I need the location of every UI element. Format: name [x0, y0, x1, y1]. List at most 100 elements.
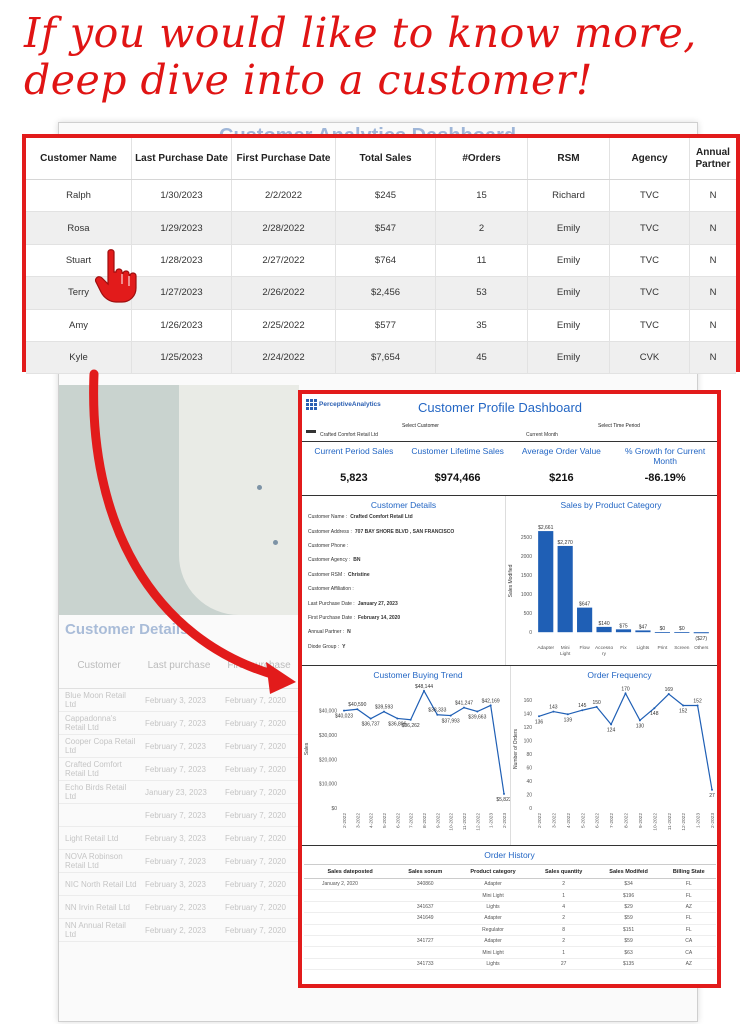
customer-cell: 2/27/2022 [232, 244, 336, 277]
header-last-purchase-date[interactable]: Last Purchase Date [132, 138, 232, 179]
order-history-cell [304, 924, 397, 936]
data-point[interactable] [383, 710, 385, 713]
customer-cell: Emily [528, 212, 610, 244]
profile-title: Customer Profile Dashboard [418, 400, 583, 415]
header-orders[interactable]: #Orders [436, 138, 528, 179]
customer-cell: N [709, 287, 717, 299]
buying-trend-panel: Customer Buying Trend Sales $0 $10,000 $20,0… [302, 666, 512, 845]
kpi-label: % Growth for Current Month [624, 446, 706, 466]
point-data-label: 136 [535, 719, 544, 725]
data-point[interactable] [711, 788, 713, 791]
data-point[interactable] [436, 713, 439, 716]
customer-table-header: Customer Name Last Purchase Date First P… [26, 138, 736, 180]
customer-cell: $764 [336, 244, 436, 277]
data-point[interactable] [356, 708, 359, 711]
kpi-value: 5,823 [340, 472, 368, 484]
select-customer-dropdown[interactable]: Crafted Comfort Retail Ltd [320, 432, 378, 438]
order-history-cell: 341733 [396, 958, 455, 971]
order-history-panel: Order History Sales dateposted Sales son… [302, 850, 717, 971]
order-history-cell: Regulator [454, 924, 532, 936]
bar[interactable] [538, 531, 554, 633]
data-point[interactable] [449, 714, 452, 717]
headline: If you would like to know more, deep div… [24, 10, 744, 104]
customer-row[interactable]: Ralph 1/30/2023 2/2/2022 $245 15 Richard TVC N [26, 180, 736, 213]
order-history-cell: 2 [531, 935, 596, 948]
bar[interactable] [674, 632, 690, 633]
x-tick-label: 9-2022 [638, 813, 644, 828]
bar[interactable] [635, 630, 651, 633]
oh-header-cell[interactable]: Sales Modifeid [595, 864, 662, 879]
bar[interactable] [596, 626, 612, 633]
bar[interactable] [654, 632, 670, 633]
data-point[interactable] [369, 717, 372, 720]
order-history-row: 341733 Lights 27 $135 AZ [304, 958, 716, 971]
background-table-row: Cooper Copa Retail Ltd February 7, 2023 Fe… [59, 735, 299, 758]
data-point[interactable] [423, 689, 425, 692]
customer-cell: N [709, 222, 717, 234]
data-point[interactable] [538, 715, 540, 718]
oh-header-cell[interactable]: Billing State [661, 864, 716, 879]
background-table-cell: February 7, 2023 [145, 718, 206, 728]
order-history-row: 341637 Lights 4 $29 AZ [304, 901, 716, 914]
data-point[interactable] [476, 710, 479, 713]
data-point[interactable] [566, 713, 569, 716]
order-history-cell: Mini Light [454, 889, 532, 902]
data-point[interactable] [653, 707, 656, 710]
customer-detail-row: Customer Phone : [302, 539, 505, 553]
customer-details-panel: Customer Details Customer Name : Crafted … [302, 496, 506, 665]
logo-text: PerceptiveAnalytics [319, 401, 381, 408]
data-point[interactable] [463, 706, 465, 709]
background-table-cell: Light Retail Ltd [65, 833, 119, 843]
order-history-cell: FL [661, 878, 716, 891]
header-total-sales[interactable]: Total Sales [336, 138, 436, 179]
customer-detail-label: Last Purchase Date : [308, 600, 355, 607]
bar-data-label: $2,661 [538, 525, 554, 531]
data-point[interactable] [409, 718, 412, 721]
oh-header-cell[interactable]: Sales quantity [531, 864, 596, 879]
bar[interactable] [557, 545, 573, 633]
kpi-value: -86.19% [644, 472, 686, 484]
bar[interactable] [577, 607, 593, 633]
data-point[interactable] [638, 719, 641, 722]
data-point[interactable] [581, 709, 584, 712]
data-point[interactable] [696, 704, 699, 707]
data-point[interactable] [343, 709, 345, 712]
header-customer-name[interactable]: Customer Name [26, 138, 132, 179]
point-data-label: 139 [564, 717, 573, 723]
data-point[interactable] [624, 692, 627, 695]
order-frequency-panel: Order Frequency Number of Orders 0 20 40 60 80… [510, 666, 718, 845]
bar[interactable] [615, 629, 632, 633]
y-tick-label: 140 [524, 712, 533, 718]
oh-header-cell[interactable]: Sales sonum [396, 864, 455, 879]
customer-row[interactable]: Rosa 1/29/2023 2/28/2022 $547 2 Emily TVC N [26, 212, 736, 245]
customer-detail-label: Customer Agency : [308, 557, 351, 564]
y-tick-label: $30,000 [319, 733, 337, 739]
order-history-cell: 1 [531, 889, 596, 902]
bar-data-label: $140 [598, 621, 609, 627]
data-point[interactable] [667, 693, 670, 696]
point-data-label: $37,993 [442, 719, 460, 725]
oh-header-cell[interactable]: Product category [454, 864, 532, 879]
header-first-purchase-date[interactable]: First Purchase Date [232, 138, 336, 179]
bar[interactable] [693, 632, 709, 634]
data-point[interactable] [489, 704, 492, 707]
data-point[interactable] [552, 710, 555, 713]
x-tick-label: 11-2022 [462, 813, 468, 831]
order-history-cell: CA [661, 946, 716, 959]
customer-row[interactable]: Amy 1/26/2023 2/25/2022 $577 35 Emily TVC N [26, 309, 736, 342]
data-point[interactable] [610, 723, 613, 726]
background-table-cell: February 7, 2023 [145, 741, 206, 751]
order-history-cell: 27 [531, 958, 596, 971]
data-point[interactable] [682, 704, 685, 707]
point-data-label: $41,247 [455, 701, 473, 707]
oh-header-cell[interactable]: Sales dateposted [304, 864, 397, 879]
header-rsm[interactable]: RSM [528, 138, 610, 179]
customer-row[interactable]: Kyle 1/25/2023 2/24/2022 $7,654 45 Emily CVK N [26, 341, 736, 375]
order-history-cell: AZ [661, 958, 716, 971]
header-annual-partner[interactable]: Annual Partner [690, 138, 736, 179]
select-period-dropdown[interactable]: Current Month [526, 432, 558, 438]
data-point[interactable] [396, 717, 399, 720]
header-agency[interactable]: Agency [610, 138, 690, 179]
data-point[interactable] [503, 792, 505, 795]
data-point[interactable] [595, 705, 598, 708]
